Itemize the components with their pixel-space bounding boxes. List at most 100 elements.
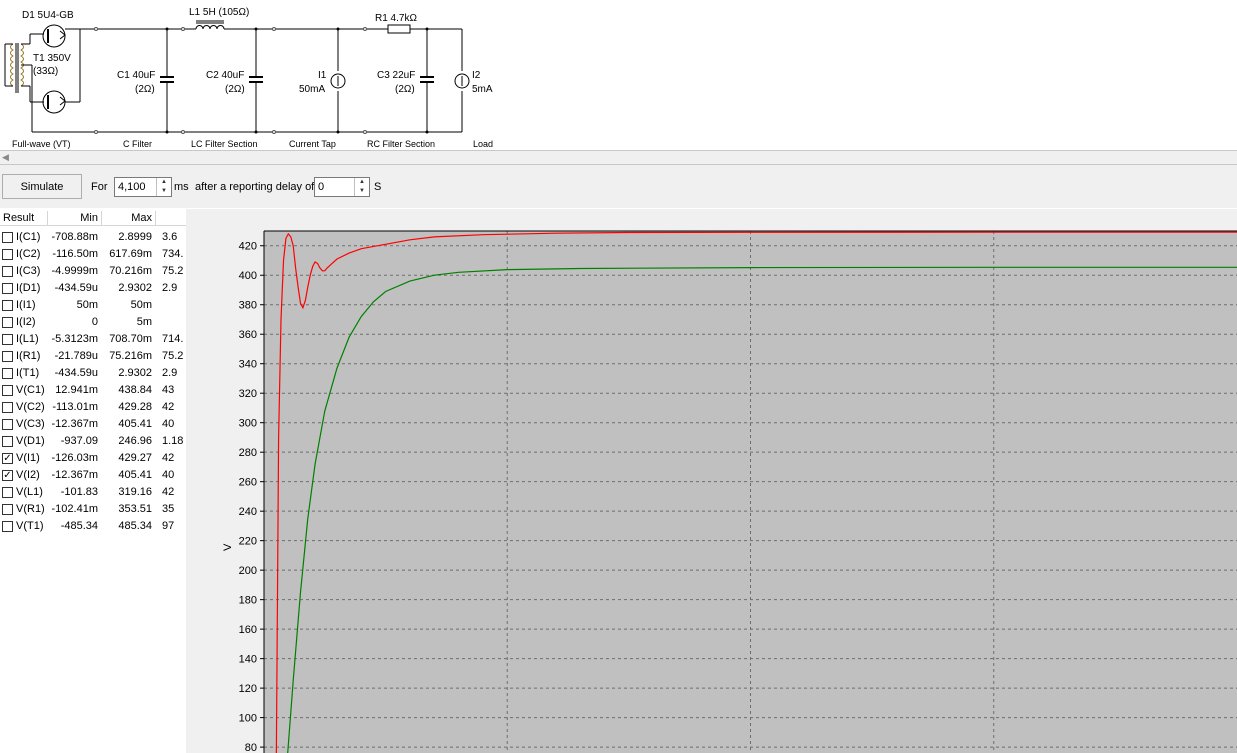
- header-min[interactable]: Min: [48, 211, 102, 226]
- result-min: -12.367m: [51, 469, 98, 481]
- spin-down-icon[interactable]: ▼: [157, 187, 171, 196]
- result-checkbox-vi2[interactable]: ✓: [2, 470, 13, 481]
- c3-esr-label: (2Ω): [395, 84, 415, 95]
- horizontal-scrollbar[interactable]: ◀: [0, 150, 1237, 165]
- result-checkbox-ii2[interactable]: [2, 317, 13, 328]
- result-checkbox-ir1[interactable]: [2, 351, 13, 362]
- result-name: V(C1): [16, 384, 45, 396]
- result-row[interactable]: V(R1) -102.41m 353.51 35: [0, 501, 186, 518]
- capacitor-c1-symbol[interactable]: [160, 29, 174, 132]
- y-tick-label: 100: [239, 713, 257, 725]
- result-checkbox-id1[interactable]: [2, 283, 13, 294]
- result-extra: 1.18: [162, 435, 184, 447]
- result-row[interactable]: I(D1) -434.59u 2.9302 2.9: [0, 280, 186, 297]
- result-row[interactable]: V(C1) 12.941m 438.84 43: [0, 382, 186, 399]
- result-name: I(I1): [16, 299, 36, 311]
- result-checkbox-vl1[interactable]: [2, 487, 13, 498]
- c1-esr-label: (2Ω): [135, 84, 155, 95]
- section-label-fullwave: Full-wave (VT): [12, 139, 71, 149]
- result-row[interactable]: I(C1) -708.88m 2.8999 3.6: [0, 229, 186, 246]
- section-label-rc-filter: RC Filter Section: [367, 139, 435, 149]
- result-min: 0: [91, 316, 98, 328]
- capacitor-c2-symbol[interactable]: [249, 29, 263, 132]
- header-extra[interactable]: [156, 211, 186, 226]
- section-label-current-tap: Current Tap: [289, 139, 336, 149]
- inductor-l1-symbol[interactable]: [195, 20, 225, 30]
- result-row[interactable]: ✓ V(I1) -126.03m 429.27 42: [0, 450, 186, 467]
- y-tick-label: 380: [239, 300, 257, 312]
- y-tick-label: 400: [239, 270, 257, 282]
- result-max: 617.69m: [109, 248, 152, 260]
- result-checkbox-it1[interactable]: [2, 368, 13, 379]
- result-checkbox-vc3[interactable]: [2, 419, 13, 430]
- result-row[interactable]: I(T1) -434.59u 2.9302 2.9: [0, 365, 186, 382]
- result-checkbox-ii1[interactable]: [2, 300, 13, 311]
- result-max: 429.28: [118, 401, 152, 413]
- result-row[interactable]: ✓ V(I2) -12.367m 405.41 40: [0, 467, 186, 484]
- for-label: For: [91, 181, 108, 193]
- y-tick-label: 280: [239, 447, 257, 459]
- result-row[interactable]: I(I2) 0 5m: [0, 314, 186, 331]
- result-checkbox-il1[interactable]: [2, 334, 13, 345]
- chart-y-ticks: 80 100 120 140 160 180 200 220 240 260 280 300 320 34…: [239, 241, 264, 753]
- result-extra: 42: [162, 452, 175, 464]
- result-extra: 97: [162, 520, 175, 532]
- header-max[interactable]: Max: [102, 211, 156, 226]
- result-min: -434.59u: [54, 282, 98, 294]
- y-tick-label: 220: [239, 536, 257, 548]
- result-row[interactable]: V(D1) -937.09 246.96 1.18: [0, 433, 186, 450]
- result-row[interactable]: I(C2) -116.50m 617.69m 734.: [0, 246, 186, 263]
- header-result[interactable]: Result: [0, 211, 48, 226]
- current-source-i2-symbol[interactable]: [454, 29, 470, 132]
- y-tick-label: 300: [239, 418, 257, 430]
- current-source-i1-symbol[interactable]: [330, 29, 346, 132]
- c3-label: C3 22uF: [377, 70, 415, 81]
- resistor-r1-symbol[interactable]: [387, 24, 411, 34]
- y-tick-label: 200: [239, 565, 257, 577]
- result-checkbox-vd1[interactable]: [2, 436, 13, 447]
- result-checkbox-ic3[interactable]: [2, 266, 13, 277]
- spin-up-icon[interactable]: ▲: [355, 178, 369, 187]
- result-extra: 35: [162, 503, 175, 515]
- spin-down-icon[interactable]: ▼: [355, 187, 369, 196]
- result-name: V(C3): [16, 418, 45, 430]
- duration-spinner[interactable]: ▲▼: [114, 177, 172, 197]
- transformer-t1-symbol[interactable]: [4, 34, 33, 132]
- result-max: 708.70m: [109, 333, 152, 345]
- scroll-left-icon[interactable]: ◀: [2, 153, 10, 162]
- simulate-button[interactable]: Simulate: [2, 174, 82, 199]
- section-label-c-filter: C Filter: [123, 139, 152, 149]
- result-checkbox-vr1[interactable]: [2, 504, 13, 515]
- result-row[interactable]: V(T1) -485.34 485.34 97: [0, 518, 186, 535]
- result-row[interactable]: V(C2) -113.01m 429.28 42: [0, 399, 186, 416]
- result-row[interactable]: I(I1) 50m 50m: [0, 297, 186, 314]
- spin-up-icon[interactable]: ▲: [157, 178, 171, 187]
- result-checkbox-vc1[interactable]: [2, 385, 13, 396]
- y-axis-label: V: [222, 543, 234, 551]
- result-min: -434.59u: [54, 367, 98, 379]
- schematic-panel: D1 5U4-GB T1 350V (33Ω) L1 5H (105Ω) R1 …: [0, 0, 1237, 150]
- result-row[interactable]: I(C3) -4.9999m 70.216m 75.2: [0, 263, 186, 280]
- result-row[interactable]: I(R1) -21.789u 75.216m 75.2: [0, 348, 186, 365]
- results-header: Result Min Max: [0, 211, 186, 227]
- result-name: I(L1): [16, 333, 39, 345]
- voltage-chart[interactable]: 80 100 120 140 160 180 200 220 240 260 280 300 320 34…: [186, 209, 1237, 753]
- result-max: 246.96: [118, 435, 152, 447]
- result-row[interactable]: V(L1) -101.83 319.16 42: [0, 484, 186, 501]
- result-name: I(C2): [16, 248, 41, 260]
- d1-label: D1 5U4-GB: [22, 10, 74, 21]
- y-tick-label: 120: [239, 683, 257, 695]
- result-checkbox-ic2[interactable]: [2, 249, 13, 260]
- delay-input[interactable]: [316, 179, 356, 195]
- delay-spinner[interactable]: ▲▼: [314, 177, 370, 197]
- capacitor-c3-symbol[interactable]: [420, 29, 434, 132]
- result-checkbox-vc2[interactable]: [2, 402, 13, 413]
- result-checkbox-vt1[interactable]: [2, 521, 13, 532]
- y-tick-label: 160: [239, 624, 257, 636]
- y-tick-label: 140: [239, 654, 257, 666]
- result-row[interactable]: V(C3) -12.367m 405.41 40: [0, 416, 186, 433]
- duration-input[interactable]: [116, 179, 158, 195]
- result-checkbox-vi1[interactable]: ✓: [2, 453, 13, 464]
- result-checkbox-ic1[interactable]: [2, 232, 13, 243]
- result-row[interactable]: I(L1) -5.3123m 708.70m 714.: [0, 331, 186, 348]
